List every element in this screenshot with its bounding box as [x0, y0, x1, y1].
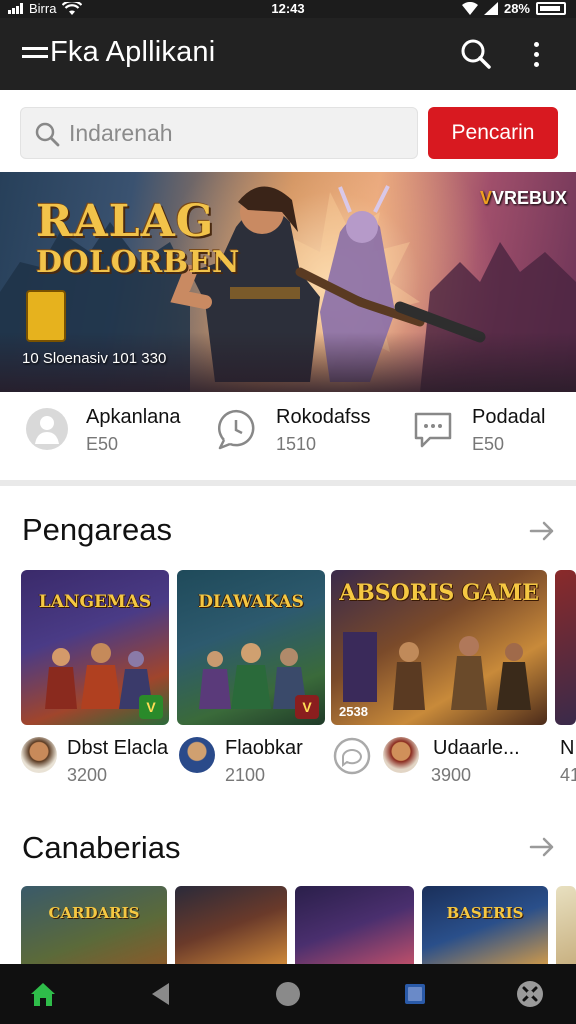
back-icon[interactable] [147, 980, 175, 1008]
status-bar: Birra 12:43 28% [0, 0, 576, 18]
game-card[interactable] [175, 886, 287, 966]
home-icon[interactable] [29, 980, 57, 1008]
stat-name: Apkanlana [86, 406, 181, 428]
card-title: ABSORIS GAME [339, 580, 539, 606]
avatar [383, 737, 419, 773]
stat-value: 1510 [276, 434, 317, 454]
stat-value: E50 [86, 434, 119, 454]
banner-title: RALAG DOLORBEN [36, 200, 240, 278]
game-card[interactable]: DIAWAKAS V [177, 570, 325, 725]
app-title: Fka Apllikani [50, 36, 216, 68]
chat-bubble-icon [414, 412, 452, 448]
search-icon [461, 39, 491, 69]
card-badge-icon: V [139, 695, 163, 719]
menu-icon[interactable] [22, 47, 48, 58]
game-card[interactable]: ABSORIS GAME 2538 [331, 570, 547, 725]
banner-title-line1: RALAG [36, 196, 215, 247]
section-title: Canaberias [22, 830, 181, 865]
section-title: Pengareas [22, 512, 172, 547]
app-name: Dbst Elacla [67, 737, 169, 759]
user-icon [26, 408, 68, 450]
app-name: Flaobkar [225, 737, 303, 759]
app-count: 3200 [67, 765, 108, 785]
game-card[interactable]: CARDARIS [21, 886, 167, 966]
arrow-right-icon[interactable] [528, 517, 556, 545]
stat-name: Rokodafss [276, 406, 371, 428]
avatar [21, 737, 57, 773]
search-button[interactable] [458, 36, 494, 72]
search-input[interactable] [69, 108, 409, 158]
app-bar: Fka Apllikani [0, 18, 576, 90]
game-card[interactable]: LANGEMAS V [21, 570, 169, 725]
game-card-partial[interactable] [556, 886, 576, 966]
section-divider [0, 480, 576, 486]
chat-refresh-icon [217, 409, 255, 450]
recent-apps-icon[interactable] [401, 980, 429, 1008]
stats-row: Apkanlana E50 Rokodafss 1510 Podadal E50 [0, 392, 576, 484]
app-count: 41 [560, 765, 576, 785]
arrow-right-icon[interactable] [528, 833, 556, 861]
banner-meta: 10 Sloenasiv 101 330 [22, 350, 167, 367]
app-count: 3900 [431, 765, 472, 785]
battery-percent: 28% [503, 1, 530, 16]
card-art [555, 570, 576, 725]
wifi-filled-icon [461, 2, 478, 15]
app-name: N [560, 737, 575, 759]
app-name: Udaarle... [433, 737, 520, 759]
game-card-partial[interactable] [555, 570, 576, 725]
brand-mark-icon: V [480, 188, 493, 208]
battery-icon [536, 2, 566, 15]
signal-icon [483, 2, 498, 15]
avatar [179, 737, 215, 773]
search-row: Pencarin [0, 90, 576, 172]
banner-brand: VVREBUX [480, 188, 567, 209]
card-title: LANGEMAS [38, 592, 152, 612]
chat-icon [333, 737, 371, 775]
stat-value: E50 [472, 434, 505, 454]
game-card[interactable]: BASERIS [422, 886, 548, 966]
home-circle-icon[interactable] [274, 980, 302, 1008]
search-submit-button[interactable]: Pencarin [428, 107, 558, 159]
card-title: CARDARIS [48, 904, 140, 922]
banner-title-line2: DOLORBEN [36, 245, 240, 280]
card-count: 2538 [339, 704, 368, 719]
banner-brand-text: VREBUX [492, 188, 568, 208]
more-options-icon[interactable] [524, 36, 548, 72]
app-info-partial[interactable]: N 41 [560, 735, 576, 795]
featured-banner[interactable]: RALAG DOLORBEN 10 Sloenasiv 101 330 VVRE… [0, 172, 576, 392]
settings-tools-icon[interactable] [516, 980, 544, 1008]
banner-badge-icon [26, 290, 66, 342]
search-field[interactable] [20, 107, 418, 159]
search-field-icon [35, 122, 60, 147]
app-count: 2100 [225, 765, 266, 785]
card-title: BASERIS [446, 904, 524, 922]
game-card[interactable] [295, 886, 414, 966]
app-title-container: Fka Apllikani [22, 36, 215, 69]
card-title: DIAWAKAS [198, 592, 304, 612]
card-badge-icon: V [295, 695, 319, 719]
card-characters [343, 632, 531, 710]
stat-name: Podadal [472, 406, 546, 428]
bottom-navigation [0, 964, 576, 1024]
